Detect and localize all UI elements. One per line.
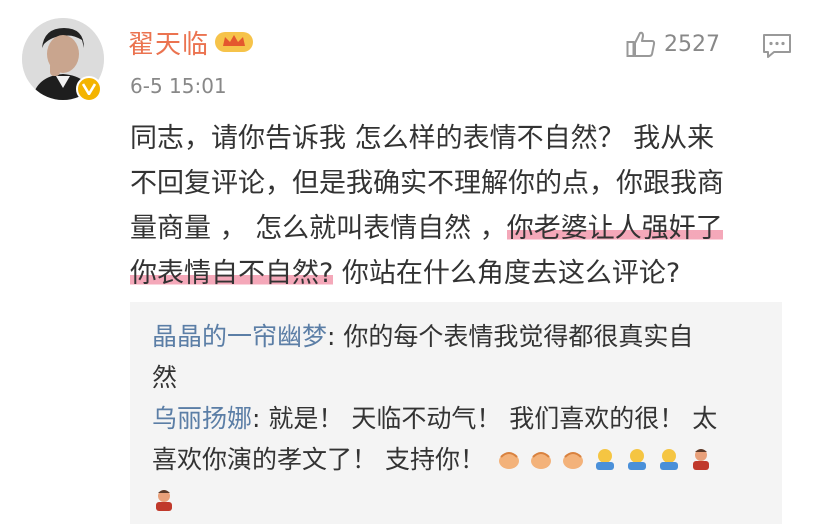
reply-text: 喜欢你演的孝文了！ 支持你！ bbox=[152, 445, 485, 474]
like-button[interactable]: 2527 bbox=[626, 30, 720, 58]
highlighted-text: 你表情自不自然? bbox=[130, 258, 334, 289]
reply-text: 然 bbox=[152, 363, 178, 392]
post-text-line: 不回复评论，但是我确实不理解你的点，你跟我商 bbox=[130, 168, 724, 199]
person-emoji-icon bbox=[156, 490, 172, 511]
clap-emoji-icon bbox=[562, 452, 583, 469]
verified-v-badge-icon bbox=[76, 76, 102, 102]
post-text-line: 你表情自不自然? 你站在什么角度去这么评论? bbox=[130, 258, 681, 289]
post-content: 同志，请你告诉我 怎么样的表情不自然？ 我从来 不回复评论，但是我确实不理解你的… bbox=[130, 116, 790, 296]
post-username[interactable]: 翟天临 bbox=[128, 24, 209, 61]
thumbs-emoji-icon bbox=[595, 449, 614, 470]
person-emoji-icon bbox=[692, 449, 709, 470]
reply-item: 晶晶的一帘幽梦: 你的每个表情我觉得都很真实自 然 bbox=[152, 316, 760, 398]
thumbs-up-icon bbox=[626, 31, 656, 57]
comment-icon bbox=[763, 34, 791, 58]
comment-replies-panel: 晶晶的一帘幽梦: 你的每个表情我觉得都很真实自 然 乌丽扬娜: 就是！ 天临不动… bbox=[130, 302, 782, 524]
comment-button[interactable] bbox=[762, 32, 792, 64]
thumbs-emoji-icon bbox=[627, 449, 646, 470]
thumbs-emoji-icon bbox=[659, 449, 678, 470]
post-text-line: 量商量 ， 怎么就叫表情自然 ，你老婆让人强奸了 bbox=[130, 213, 723, 244]
reply-username[interactable]: 晶晶的一帘幽梦 bbox=[152, 322, 327, 351]
reply-text: : 你的每个表情我觉得都很真实自 bbox=[327, 322, 694, 351]
post-timestamp: 6-5 15:01 bbox=[130, 74, 227, 98]
highlighted-text: 你老婆让人强奸了 bbox=[506, 213, 723, 244]
clap-emoji-icon bbox=[498, 452, 519, 469]
like-count: 2527 bbox=[664, 31, 720, 57]
reply-username[interactable]: 乌丽扬娜 bbox=[152, 404, 252, 433]
reply-text: : 就是！ 天临不动气！ 我们喜欢的很！ 太 bbox=[252, 404, 718, 433]
clap-emoji-icon bbox=[530, 452, 551, 469]
member-crown-icon bbox=[214, 26, 254, 54]
post-text-line: 同志，请你告诉我 怎么样的表情不自然？ 我从来 bbox=[130, 123, 715, 154]
reply-item: 乌丽扬娜: 就是！ 天临不动气！ 我们喜欢的很！ 太 喜欢你演的孝文了！ 支持你… bbox=[152, 398, 760, 521]
